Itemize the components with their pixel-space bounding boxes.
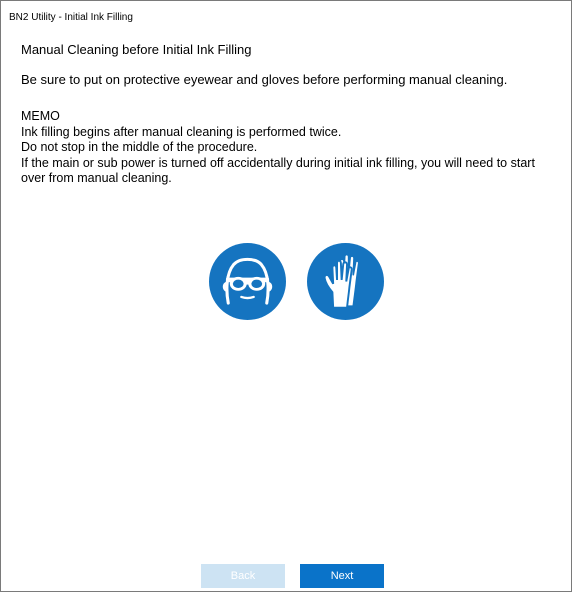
memo-line: Do not stop in the middle of the procedu… — [21, 140, 258, 154]
memo-line: Ink filling begins after manual cleaning… — [21, 124, 342, 139]
memo-section: MEMO Ink filling begins after manual cle… — [21, 109, 561, 187]
gloves-icon — [307, 243, 384, 320]
safety-icons — [209, 243, 389, 323]
wizard-window: BN2 Utility - Initial Ink Filling Manual… — [0, 0, 572, 592]
window-title: BN2 Utility - Initial Ink Filling — [9, 12, 133, 23]
page-heading: Manual Cleaning before Initial Ink Filli… — [21, 42, 252, 57]
next-button[interactable]: Next — [300, 564, 384, 588]
eyewear-icon — [209, 243, 286, 320]
safety-warning: Be sure to put on protective eyewear and… — [21, 72, 508, 87]
back-button[interactable]: Back — [201, 564, 285, 588]
memo-line: If the main or sub power is turned off a… — [21, 155, 535, 186]
title-bar: BN2 Utility - Initial Ink Filling — [1, 1, 571, 29]
memo-title: MEMO — [21, 109, 60, 123]
